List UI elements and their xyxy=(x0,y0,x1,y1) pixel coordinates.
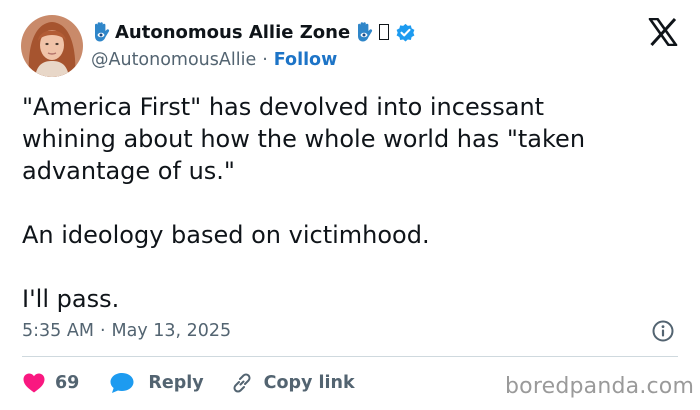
hamsa-emoji-icon xyxy=(358,22,373,42)
tweet-line: "America First" has devolved into incess… xyxy=(22,93,545,121)
link-icon xyxy=(233,373,251,393)
separator-dot: · xyxy=(262,50,268,70)
copy-link-label: Copy link xyxy=(263,373,355,393)
tweet-card: Autonomous Allie Zone @AutonomousAllie ·… xyxy=(0,0,700,410)
author-handle[interactable]: @AutonomousAllie xyxy=(91,50,256,70)
separator-dot: · xyxy=(99,321,106,341)
like-button[interactable]: 69 xyxy=(22,372,109,394)
info-icon[interactable] xyxy=(651,319,675,343)
author-name-row[interactable]: Autonomous Allie Zone xyxy=(91,19,416,45)
copy-link-button[interactable]: Copy link xyxy=(230,371,355,395)
reply-button[interactable]: Reply xyxy=(109,371,229,395)
reply-label: Reply xyxy=(148,373,204,393)
follow-button[interactable]: Follow xyxy=(274,50,337,70)
tweet-date: May 13, 2025 xyxy=(111,321,232,341)
display-name: Autonomous Allie Zone xyxy=(115,21,351,43)
like-count: 69 xyxy=(55,373,80,393)
tweet-timestamp[interactable]: 5:35 AM · May 13, 2025 xyxy=(22,318,231,344)
avatar[interactable] xyxy=(21,15,83,77)
divider xyxy=(22,356,678,357)
tweet-time: 5:35 AM xyxy=(22,321,94,341)
missing-glyph-icon xyxy=(379,24,390,40)
action-bar: 69 Reply Copy link xyxy=(22,369,355,397)
avatar-image xyxy=(21,15,83,77)
heart-icon xyxy=(23,373,45,393)
tweet-line: whining about how the whole world has "t… xyxy=(22,125,586,153)
reply-icon xyxy=(110,373,134,393)
watermark: boredpanda.com xyxy=(505,374,695,399)
verified-badge-icon xyxy=(396,23,415,41)
tweet-line: advantage of us." xyxy=(22,157,235,185)
tweet-line: An ideology based on victimhood. xyxy=(22,221,430,249)
tweet-line: I'll pass. xyxy=(22,285,120,313)
x-logo-icon[interactable] xyxy=(648,18,678,46)
hamsa-emoji-icon xyxy=(95,22,110,42)
handle-row: @AutonomousAllie · Follow xyxy=(91,47,337,73)
tweet-text: "America First" has devolved into incess… xyxy=(22,91,682,315)
